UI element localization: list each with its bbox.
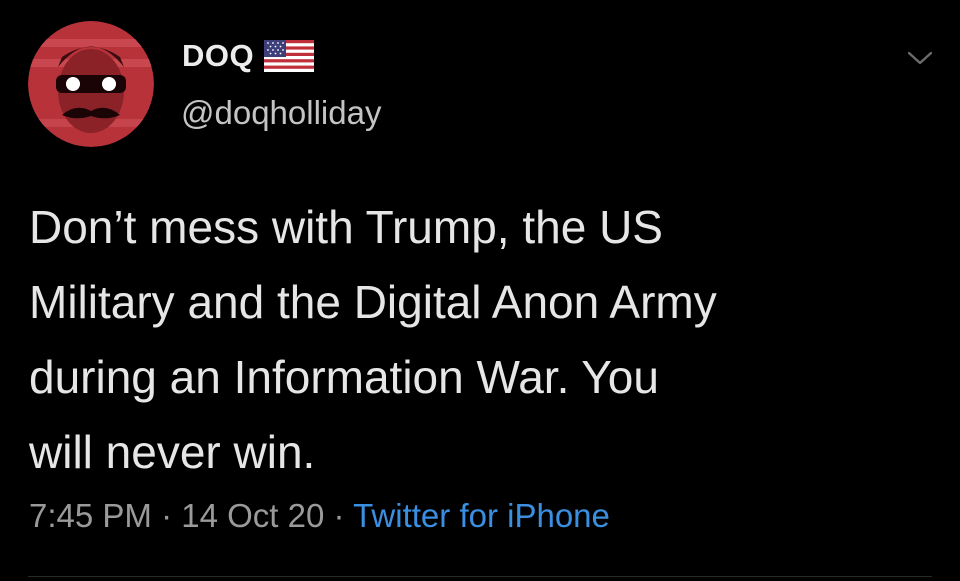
tweet-text: Don’t mess with Trump, the US Military a… — [29, 190, 939, 490]
divider — [28, 576, 932, 577]
avatar-image — [28, 21, 154, 147]
tweet-text-line: Military and the Digital Anon Army — [29, 276, 717, 328]
tweet-card: DOQ @doqholliday Don’t mess with Trump, … — [0, 0, 960, 581]
us-flag-icon — [264, 40, 315, 72]
avatar[interactable] — [28, 21, 154, 147]
meta-separator: · — [161, 497, 173, 534]
tweet-source-link[interactable]: Twitter for iPhone — [353, 497, 610, 534]
user-handle[interactable]: @doqholliday — [181, 94, 381, 132]
chevron-down-icon[interactable] — [905, 46, 935, 70]
meta-separator: · — [333, 497, 345, 534]
tweet-date[interactable]: 14 Oct 20 — [181, 497, 324, 534]
tweet-text-line: will never win. — [29, 426, 316, 478]
tweet-metadata: 7:45 PM · 14 Oct 20 · Twitter for iPhone — [29, 497, 610, 535]
tweet-time[interactable]: 7:45 PM — [29, 497, 152, 534]
author-name-row[interactable]: DOQ — [182, 38, 315, 74]
display-name[interactable]: DOQ — [182, 38, 254, 74]
tweet-text-line: during an Information War. You — [29, 351, 659, 403]
tweet-text-line: Don’t mess with Trump, the US — [29, 201, 663, 253]
